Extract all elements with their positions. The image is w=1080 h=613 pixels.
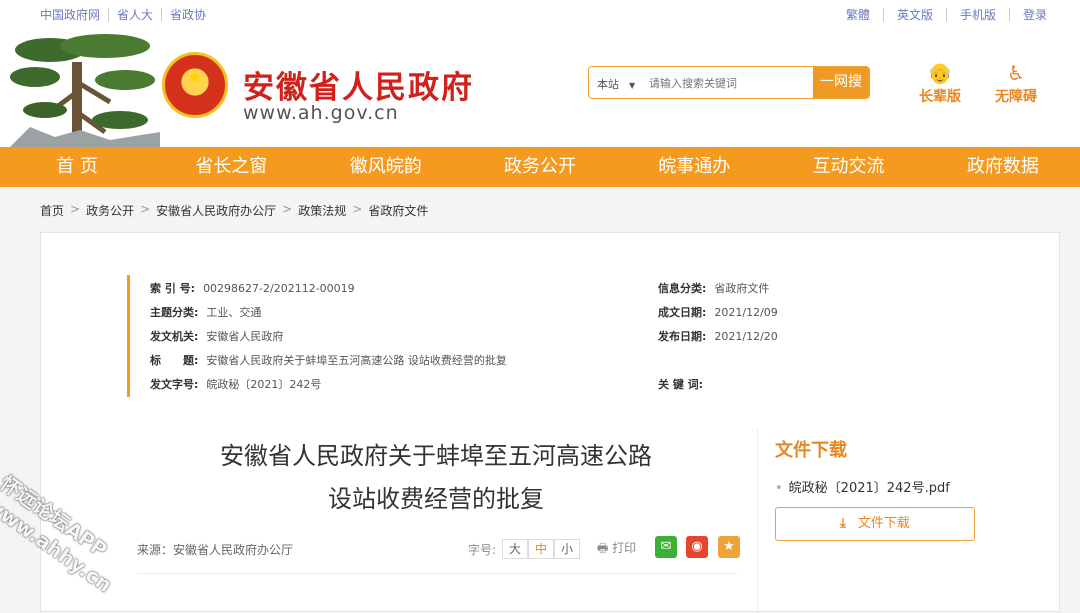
meta-doc-number: 发文字号: 皖政秘〔2021〕242号 [150,378,322,391]
font-size-label: 字号: [468,542,497,557]
chevron-right-icon: > [140,202,151,216]
meta-topic: 主题分类: 工业、交通 [150,306,262,319]
file-download-button[interactable]: ⤓ 文件下载 [775,507,975,541]
document-metadata: 索 引 号: 00298627-2/202112-00019 信息分类: 省政府文件… [127,275,997,397]
font-size-large-button[interactable]: 大 [502,539,529,559]
main-nav: 首 页 省长之窗 徽风皖韵 政务公开 皖事通办 互动交流 政府数据 [0,147,1080,187]
print-button[interactable]: 🖶 打印 [597,539,636,560]
breadcrumb-item[interactable]: 省政府文件 [368,202,428,219]
national-emblem-icon [162,52,228,118]
meta-published: 发布日期: 2021/12/20 [658,330,778,343]
elder-mode-button[interactable]: 👴 长辈版 [910,60,970,106]
document-source: 来源：安徽省人民政府办公厅 [137,543,294,557]
nav-governor[interactable]: 省长之窗 [154,147,308,187]
weibo-share-icon[interactable]: ◉ [686,536,708,558]
font-size-control: 字号: 大 中 小 [468,539,581,559]
link-login[interactable]: 登录 [1008,8,1060,22]
site-title[interactable]: 安徽省人民政府 [243,62,474,107]
breadcrumb-item[interactable]: 安徽省人民政府办公厅 [156,202,276,219]
search-input[interactable] [649,73,809,93]
nav-gov-data[interactable]: 政府数据 [926,147,1080,187]
nav-interaction[interactable]: 互动交流 [771,147,925,187]
divider-line [137,573,737,574]
document-title: 安徽省人民政府关于蚌埠至五河高速公路 设站收费经营的批复 [220,442,652,513]
font-size-medium-button[interactable]: 中 [528,539,555,559]
printer-icon: 🖶 [597,541,613,555]
download-file-link[interactable]: • 皖政秘〔2021〕242号.pdf [775,477,950,496]
search-scope-select[interactable]: 本站 ▼ [597,76,635,92]
search-button[interactable]: 一网搜 [813,67,869,98]
accessibility-label: 无障碍 [995,89,1037,105]
meta-index: 索 引 号: 00298627-2/202112-00019 [150,282,355,295]
site-url: www.ah.gov.cn [243,102,399,124]
breadcrumb-item[interactable]: 政务公开 [86,202,134,219]
breadcrumb: 首页 > 政务公开 > 安徽省人民政府办公厅 > 政策法规 > 省政府文件 [40,202,434,219]
star-favorite-icon[interactable]: ★ [718,536,740,558]
chevron-right-icon: > [282,202,293,216]
elder-mode-label: 长辈版 [919,89,961,105]
top-bar: 中国政府网 省人大 省政协 繁體 英文版 手机版 登录 [0,0,1080,30]
chevron-right-icon: > [70,202,81,216]
pine-tree-logo-icon [10,34,160,147]
download-section-title: 文件下载 [775,440,847,461]
link-cppcc[interactable]: 省政协 [161,8,214,22]
elder-icon: 👴 [927,61,953,85]
breadcrumb-item[interactable]: 政策法规 [298,202,346,219]
nav-home[interactable]: 首 页 [0,147,154,187]
download-icon: ⤓ [840,516,846,531]
font-size-small-button[interactable]: 小 [554,539,581,559]
breadcrumb-item[interactable]: 首页 [40,202,64,219]
nav-services[interactable]: 皖事通办 [617,147,771,187]
wheelchair-icon: ♿ [1007,61,1025,85]
column-divider [757,429,758,613]
site-header: 安徽省人民政府 www.ah.gov.cn 本站▼ 一网搜 👴 长辈版 ♿ 无障… [0,30,1080,147]
search-box: 本站▼ 一网搜 [588,66,870,99]
chevron-down-icon: ▼ [629,81,636,90]
top-right-links: 繁體 英文版 手机版 登录 [833,8,1060,22]
meta-keywords: 关 键 词: [658,378,704,391]
bullet-icon: • [775,481,783,496]
nav-gov-affairs[interactable]: 政务公开 [463,147,617,187]
article-card: 索 引 号: 00298627-2/202112-00019 信息分类: 省政府文件… [40,232,1060,613]
accessibility-button[interactable]: ♿ 无障碍 [986,60,1046,106]
link-english[interactable]: 英文版 [882,8,946,22]
meta-title: 标 题: 安徽省人民政府关于蚌埠至五河高速公路 设站收费经营的批复 [150,354,507,367]
meta-category: 信息分类: 省政府文件 [658,282,770,295]
chevron-right-icon: > [352,202,363,216]
link-traditional-chinese[interactable]: 繁體 [833,8,883,22]
link-mobile[interactable]: 手机版 [945,8,1009,22]
top-left-links: 中国政府网 省人大 省政协 [40,8,214,22]
meta-created: 成文日期: 2021/12/09 [658,306,778,319]
nav-culture[interactable]: 徽风皖韵 [309,147,463,187]
meta-issuer: 发文机关: 安徽省人民政府 [150,330,284,343]
wechat-share-icon[interactable]: ✉ [655,536,677,558]
link-provincial-congress[interactable]: 省人大 [108,8,161,22]
link-gov-cn[interactable]: 中国政府网 [40,8,108,22]
